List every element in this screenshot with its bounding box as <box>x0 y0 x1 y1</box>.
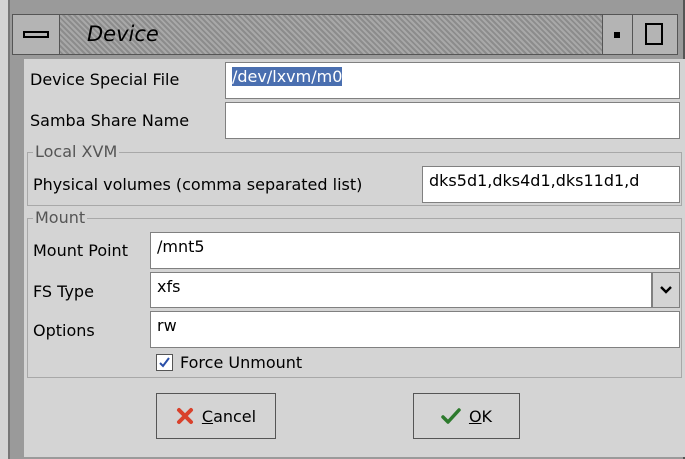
fs-type-label: FS Type <box>33 282 94 301</box>
options-field[interactable]: rw <box>150 311 680 348</box>
force-unmount-label: Force Unmount <box>180 353 303 372</box>
title-bar[interactable]: Device <box>12 14 678 55</box>
maximize-icon <box>645 23 663 45</box>
device-special-file-label: Device Special File <box>30 70 180 89</box>
minimize-icon <box>614 32 620 38</box>
samba-share-name-field[interactable] <box>225 102 680 139</box>
options-label: Options <box>33 321 95 340</box>
mount-title: Mount <box>33 208 88 227</box>
ok-button-label: OK <box>468 406 493 426</box>
x-icon <box>176 407 194 425</box>
window-menu-icon <box>23 31 49 38</box>
minimize-button[interactable] <box>602 15 633 54</box>
checkmark-icon <box>441 407 461 425</box>
window-title: Device <box>87 22 159 46</box>
fs-type-select[interactable]: xfs <box>150 272 652 308</box>
mount-point-label: Mount Point <box>33 241 128 260</box>
cancel-button-label: Cancel <box>201 406 257 426</box>
force-unmount-checkbox[interactable] <box>156 354 173 371</box>
mount-point-field[interactable]: /mnt5 <box>150 232 680 269</box>
cancel-button[interactable]: Cancel <box>156 393 276 439</box>
ok-button[interactable]: OK <box>413 393 520 439</box>
device-special-file-field[interactable]: /dev/lxvm/m0 <box>225 62 680 99</box>
fs-type-dropdown-button[interactable] <box>652 272 680 308</box>
window-menu-button[interactable] <box>13 15 60 54</box>
device-special-file-value: /dev/lxvm/m0 <box>232 67 343 86</box>
checkmark-icon <box>159 357 170 368</box>
maximize-button[interactable] <box>632 15 677 54</box>
physical-volumes-label: Physical volumes (comma separated list) <box>33 175 363 194</box>
local-xvm-title: Local XVM <box>33 142 120 161</box>
physical-volumes-field[interactable]: dks5d1,dks4d1,dks11d1,d <box>422 166 680 203</box>
chevron-down-icon <box>660 286 672 294</box>
samba-share-name-label: Samba Share Name <box>30 111 190 130</box>
